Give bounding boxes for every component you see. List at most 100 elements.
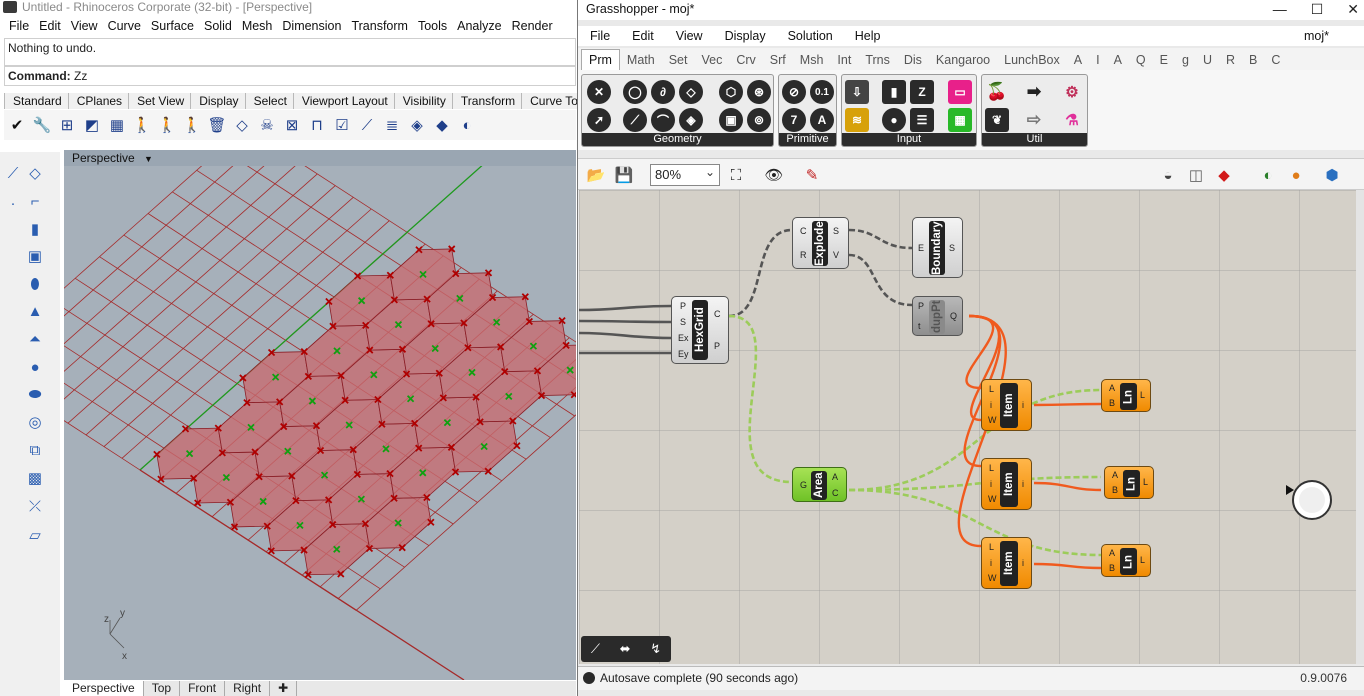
command-line[interactable]: Command: Zz <box>4 66 576 86</box>
rhino-menu-view[interactable]: View <box>71 19 98 33</box>
gh-tab-e[interactable]: E <box>1153 50 1175 70</box>
rhino-menu-dimension[interactable]: Dimension <box>282 19 341 33</box>
viewport-tab-front[interactable]: Front <box>180 681 226 696</box>
input-button-icon[interactable]: ● <box>882 108 906 132</box>
check-box-icon[interactable]: ☑ <box>331 114 353 136</box>
gh-canvas[interactable]: P S Ex Ey HexGrid C P C R Explode S V E … <box>579 190 1356 664</box>
tab-standard[interactable]: Standard <box>4 93 68 109</box>
input-toggle-icon[interactable]: ▮ <box>882 80 906 104</box>
gh-tab-q[interactable]: Q <box>1129 50 1153 70</box>
open-folder-icon[interactable]: 📂 <box>586 165 606 185</box>
component-hexgrid[interactable]: P S Ex Ey HexGrid C P <box>671 296 729 364</box>
preview-wire-icon[interactable]: ◫ <box>1186 165 1206 185</box>
gh-menu-display[interactable]: Display <box>725 29 766 43</box>
prim-integer-icon[interactable]: 7 <box>782 108 806 132</box>
hexgrid-input-s[interactable]: S <box>680 317 686 327</box>
viewport-tab-perspective[interactable]: Perspective <box>64 681 144 696</box>
duppt-input-p[interactable]: P <box>918 301 924 311</box>
zoom-extents-icon[interactable]: ⛶ <box>726 165 746 185</box>
area-input-g[interactable]: G <box>800 480 807 490</box>
geom-plane-icon[interactable]: ◈ <box>679 108 703 132</box>
side-truncated-cone-icon[interactable]: ⏶ <box>24 328 46 350</box>
ln3-input-a[interactable]: A <box>1109 548 1115 558</box>
rhino-menu-transform[interactable]: Transform <box>351 19 408 33</box>
viewport-title[interactable]: Perspective <box>72 151 135 165</box>
gh-tab-u[interactable]: U <box>1196 50 1219 70</box>
zoom-select[interactable]: 80% <box>650 162 720 186</box>
eye-icon[interactable]: 👁 <box>764 165 784 185</box>
canvas-navigation-compass[interactable] <box>1292 480 1332 520</box>
gh-tab-dis[interactable]: Dis <box>897 50 929 70</box>
widget-pen-icon[interactable]: ⟋ <box>591 641 600 657</box>
preview-material-icon[interactable]: ● <box>1286 165 1306 185</box>
viewport-tab-add-icon[interactable]: ✚ <box>270 681 298 696</box>
ln1-input-a[interactable]: A <box>1109 383 1115 393</box>
plane-icon[interactable]: ⟋ <box>356 114 378 136</box>
preview-mesh-icon[interactable]: ◐ <box>1258 165 1278 185</box>
side-point-icon[interactable]: · <box>2 192 24 214</box>
gh-tab-trns[interactable]: Trns <box>858 50 897 70</box>
select-points-icon[interactable]: ⊞ <box>56 114 78 136</box>
gh-tab-math[interactable]: Math <box>620 50 662 70</box>
component-line-3[interactable]: A B Ln L <box>1101 544 1151 577</box>
explode-input-c[interactable]: C <box>800 226 807 236</box>
geom-circle-icon[interactable]: ◯ <box>623 80 647 104</box>
side-sphere-icon[interactable]: ● <box>24 356 46 378</box>
ln2-output-l[interactable]: L <box>1143 477 1148 487</box>
frame-icon[interactable]: ⊠ <box>281 114 303 136</box>
tab-cplanes[interactable]: CPlanes <box>67 93 129 109</box>
item3-input-i[interactable]: i <box>990 558 992 568</box>
viewport-title-bar[interactable]: Perspective ▼ <box>64 150 576 166</box>
ribbon-label-input[interactable]: Input <box>842 133 976 146</box>
select-person-alt-icon[interactable]: 🚶 <box>181 114 203 136</box>
select-person-icon[interactable]: 🚶 <box>131 114 153 136</box>
rhino-menu-analyze[interactable]: Analyze <box>457 19 501 33</box>
preview-none-icon[interactable]: ◒ <box>1158 165 1178 185</box>
gh-menu-solution[interactable]: Solution <box>788 29 833 43</box>
side-cylinder-icon[interactable]: ⬮ <box>24 273 46 295</box>
hexgrid-output-p[interactable]: P <box>714 341 720 351</box>
geom-surface-icon[interactable]: ◇ <box>679 80 703 104</box>
geom-curve-icon[interactable]: ∂ <box>651 80 675 104</box>
ln3-input-b[interactable]: B <box>1109 563 1115 573</box>
input-matrix-icon[interactable]: ▦ <box>948 108 972 132</box>
util-arrow-right-icon[interactable]: ➡ <box>1022 80 1046 104</box>
ln3-output-l[interactable]: L <box>1140 555 1145 565</box>
save-icon[interactable]: 💾 <box>614 165 634 185</box>
ln1-input-b[interactable]: B <box>1109 398 1115 408</box>
tab-display[interactable]: Display <box>190 93 245 109</box>
side-boolean-icon[interactable]: ⧉ <box>24 439 46 461</box>
gh-menu-file[interactable]: File <box>590 29 610 43</box>
prim-number-icon[interactable]: 0.1 <box>810 80 834 104</box>
util-galapagos-icon[interactable]: ⚙ <box>1060 80 1084 104</box>
solver-icon[interactable]: ⬢ <box>1322 165 1342 185</box>
sketch-icon[interactable]: ✎ <box>802 165 822 185</box>
widget-bend-icon[interactable]: ↯ <box>650 641 661 657</box>
select-grid-icon[interactable]: ▦ <box>106 114 128 136</box>
input-gradient-icon[interactable]: ▭ <box>948 80 972 104</box>
item1-input-i[interactable]: i <box>990 400 992 410</box>
item3-output-i[interactable]: i <box>1022 558 1024 568</box>
duppt-output-q[interactable]: Q <box>950 311 957 321</box>
input-digit-icon[interactable]: Z <box>910 80 934 104</box>
side-ellipsoid-icon[interactable]: ⬬ <box>24 383 46 405</box>
item2-input-i[interactable]: i <box>990 479 992 489</box>
component-item-1[interactable]: L i W Item i <box>981 379 1032 431</box>
util-flask-icon[interactable]: ⚗ <box>1060 108 1084 132</box>
input-list-icon[interactable]: ☰ <box>910 108 934 132</box>
rhino-menu-file[interactable]: File <box>9 19 29 33</box>
side-surface-icon[interactable]: ◇ <box>24 162 46 184</box>
gh-tab-lunchbox[interactable]: LunchBox <box>997 50 1067 70</box>
checkmark-icon[interactable]: ✔ <box>6 114 28 136</box>
hexgrid-input-ey[interactable]: Ey <box>678 349 689 359</box>
geom-line-icon[interactable]: ⟋ <box>623 108 647 132</box>
gh-menu-edit[interactable]: Edit <box>632 29 654 43</box>
explode-output-s[interactable]: S <box>833 226 839 236</box>
command-input-value[interactable]: Zz <box>74 69 87 83</box>
dimension-icon[interactable]: ⊓ <box>306 114 328 136</box>
component-line-2[interactable]: A B Ln L <box>1104 466 1154 499</box>
explode-output-v[interactable]: V <box>833 250 839 260</box>
gh-tab-prm[interactable]: Prm <box>581 49 620 70</box>
util-arrow-outline-icon[interactable]: ⇨ <box>1022 108 1046 132</box>
gh-tab-crv[interactable]: Crv <box>729 50 762 70</box>
